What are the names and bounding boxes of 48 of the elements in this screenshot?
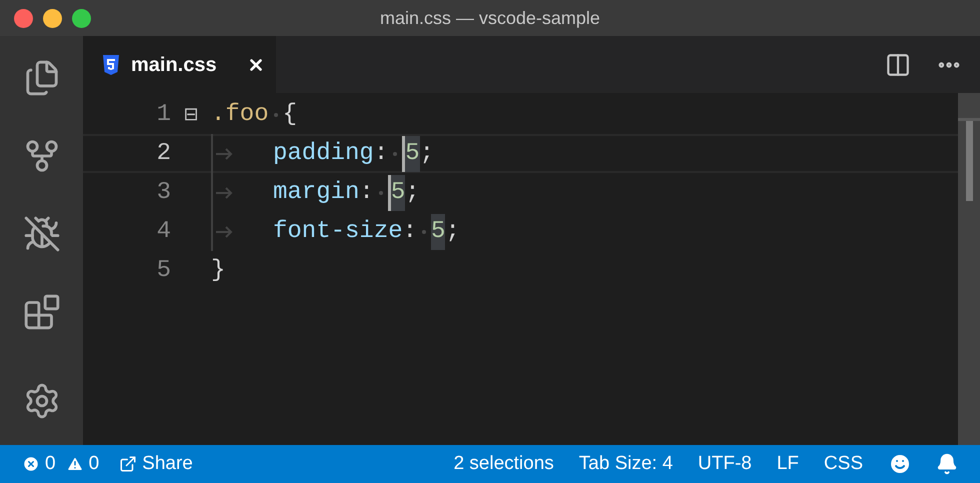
- bell-icon[interactable]: [936, 453, 958, 475]
- share-icon: [119, 455, 138, 473]
- code-token: ;: [420, 138, 434, 168]
- editor-tab[interactable]: main.css: [83, 36, 276, 93]
- line-number: 1: [156, 100, 171, 130]
- code-token: .foo: [211, 96, 283, 132]
- status-item[interactable]: UTF-8: [698, 450, 752, 478]
- code-token: 5: [402, 136, 420, 172]
- status-item[interactable]: 2 selections: [454, 450, 554, 478]
- fold-toggle[interactable]: ⊟: [183, 101, 199, 128]
- line-number: 4: [156, 216, 171, 246]
- line-number: 3: [156, 178, 171, 208]
- tab-arrow-icon: [215, 148, 233, 160]
- error-icon: [22, 455, 40, 473]
- code-token: :: [374, 136, 402, 172]
- maximize-window-button[interactable]: [72, 8, 91, 28]
- close-window-button[interactable]: [14, 8, 33, 28]
- line-number: 2: [156, 138, 171, 168]
- css-file-icon: [103, 54, 119, 74]
- minimize-window-button[interactable]: [43, 8, 62, 28]
- code-token: ;: [405, 178, 420, 208]
- code-token: padding: [273, 138, 374, 168]
- code-token: ;: [445, 216, 460, 246]
- feedback-icon[interactable]: [888, 452, 912, 476]
- code-token: 5: [431, 214, 446, 250]
- whitespace-dot-icon: [421, 228, 428, 234]
- window-title: main.css — vscode-sample: [380, 6, 600, 30]
- tab-arrow-icon: [215, 186, 233, 198]
- whitespace-dot-icon: [272, 112, 279, 118]
- status-item[interactable]: CSS: [824, 450, 863, 478]
- whitespace-dot-icon: [392, 150, 398, 156]
- warning-count[interactable]: 0: [88, 450, 100, 478]
- error-count[interactable]: 0: [45, 450, 56, 478]
- line-number: 5: [156, 256, 171, 286]
- status-item[interactable]: Tab Size: 4: [578, 450, 673, 478]
- code-token: 5: [388, 174, 406, 210]
- status-item[interactable]: LF: [776, 450, 799, 478]
- code-token: margin: [273, 178, 360, 208]
- code-token: :: [359, 174, 388, 210]
- code-token: }: [211, 256, 226, 286]
- code-token: :: [402, 214, 432, 250]
- share-link[interactable]: Share: [142, 450, 193, 478]
- warning-icon: [66, 455, 84, 473]
- code-token: {: [282, 100, 298, 130]
- code-token: font-size: [273, 216, 403, 246]
- tab-arrow-icon: [215, 226, 233, 238]
- tab-label: main.css: [131, 52, 217, 78]
- whitespace-dot-icon: [378, 190, 384, 196]
